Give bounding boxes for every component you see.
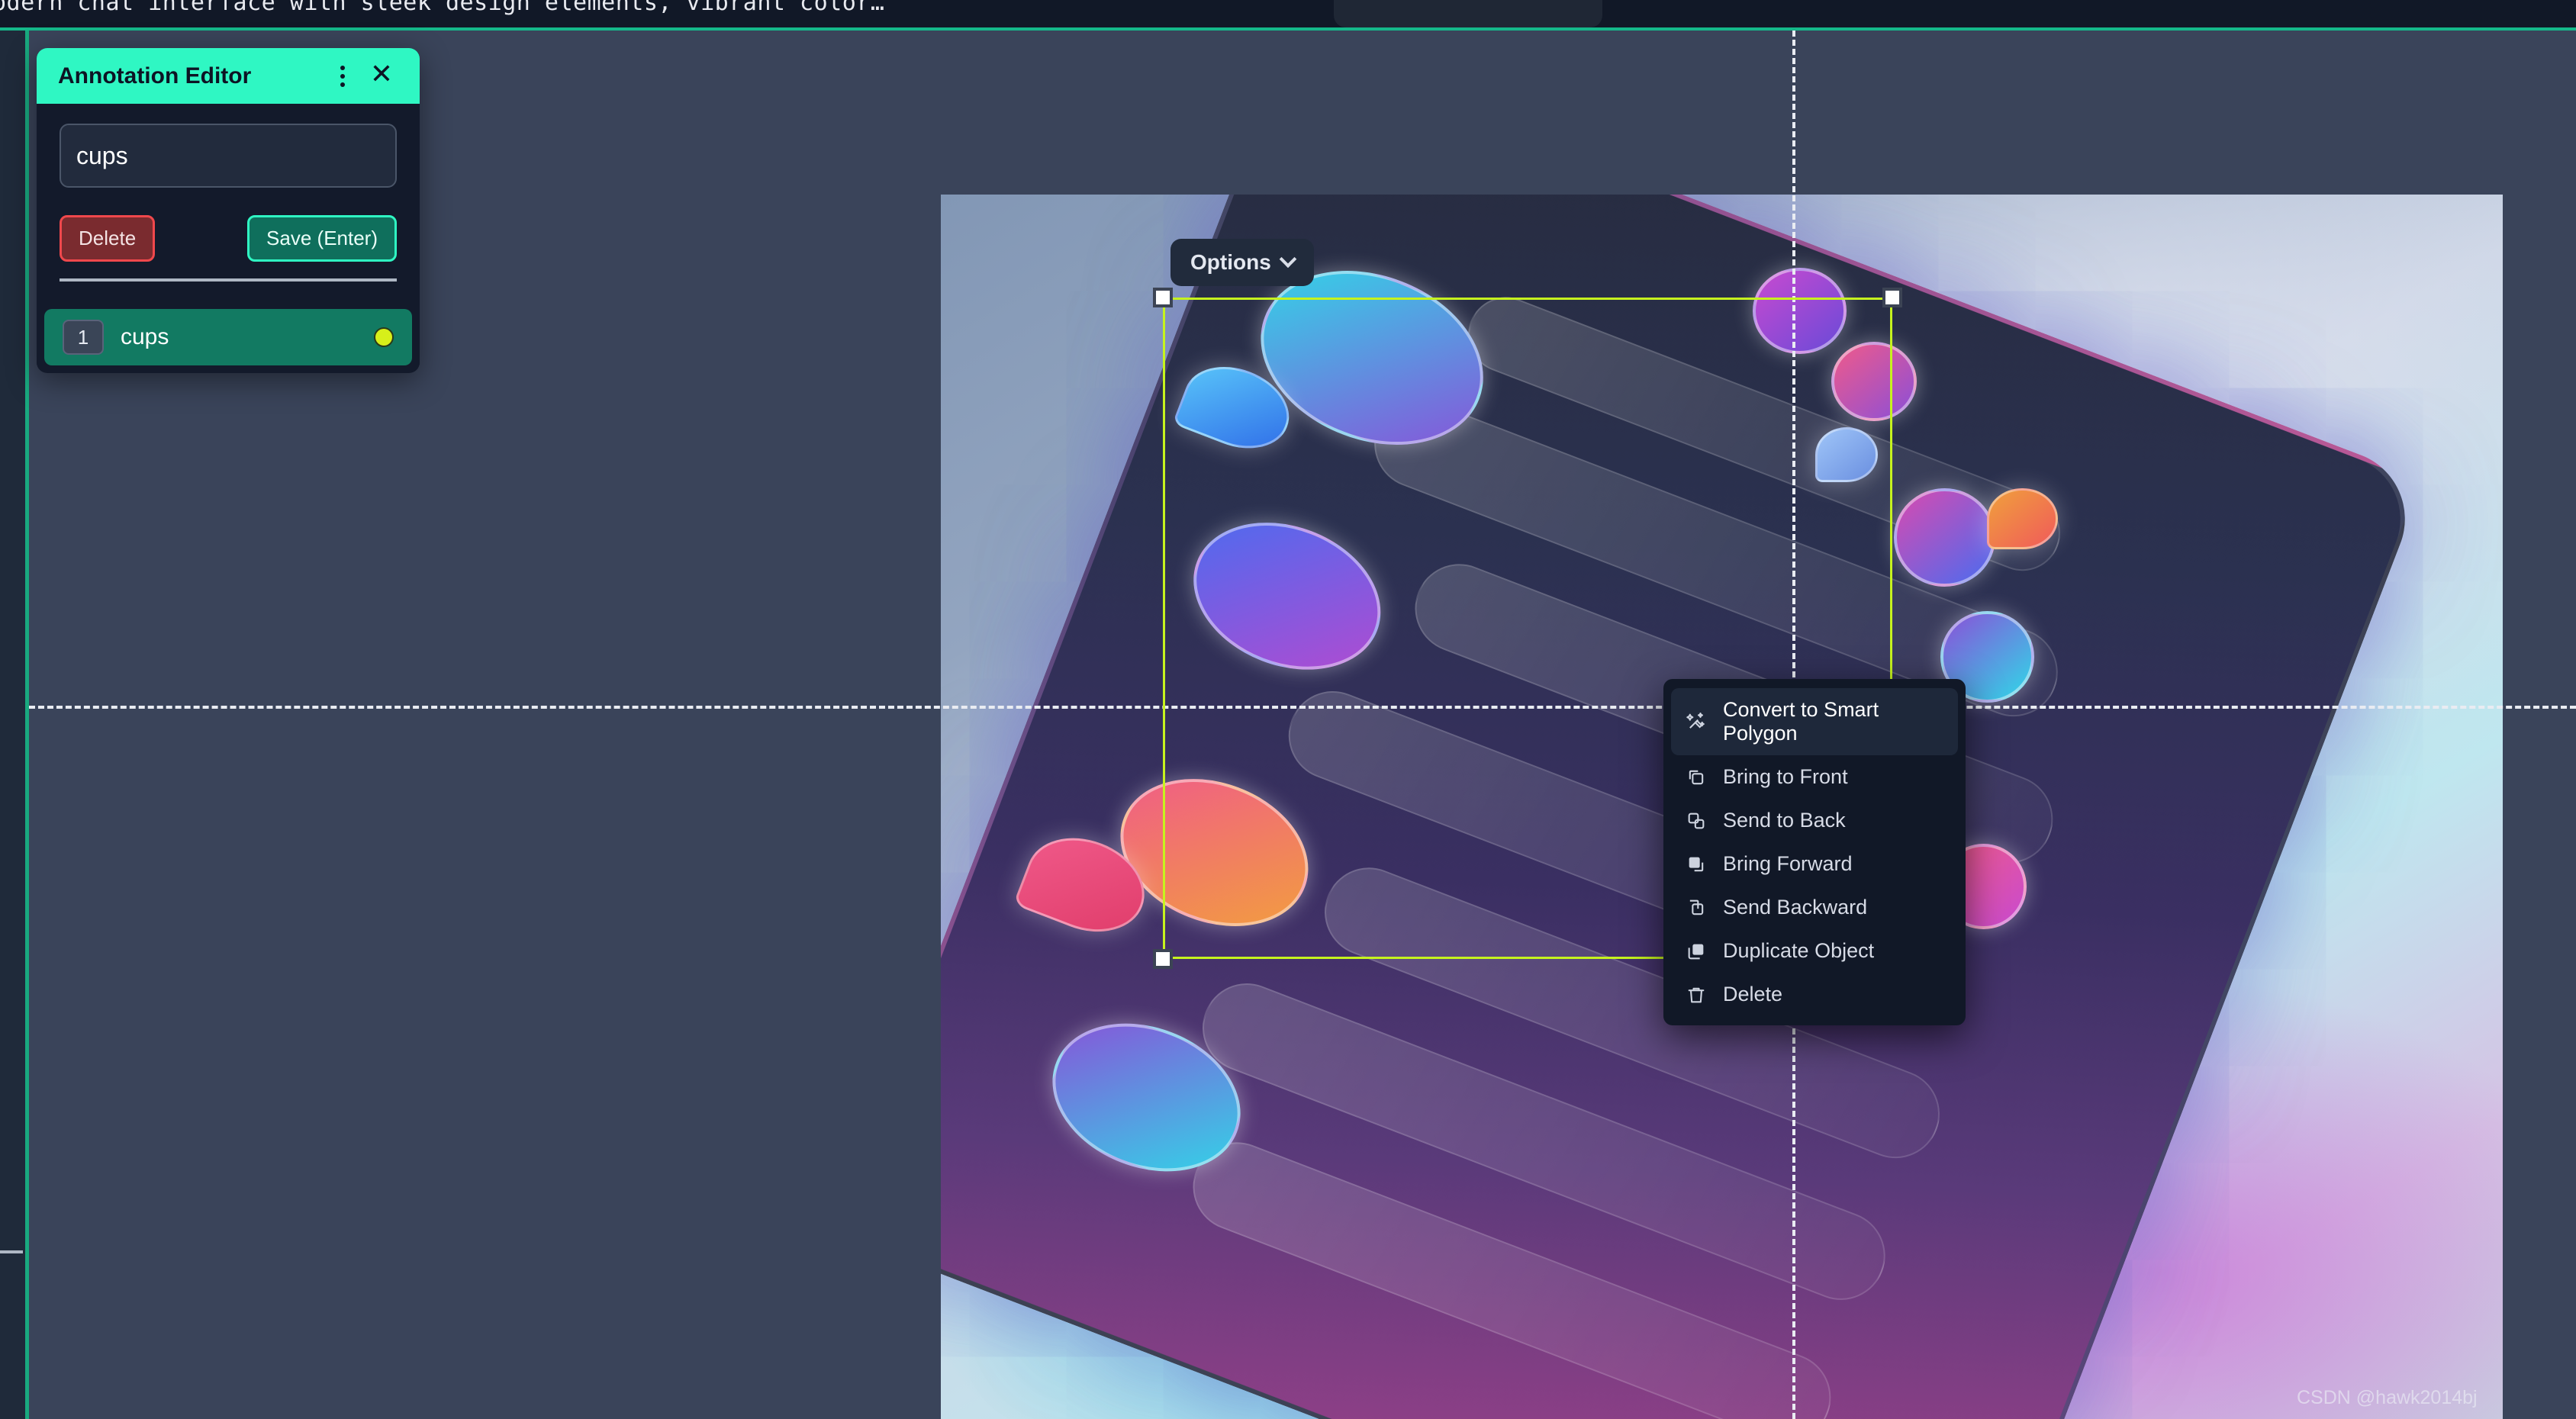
close-icon[interactable]: ✕ <box>365 59 398 93</box>
send-backward-icon <box>1685 896 1708 919</box>
duplicate-icon <box>1685 940 1708 963</box>
label-name-input[interactable] <box>60 124 397 188</box>
send-to-back-icon <box>1685 809 1708 832</box>
resize-handle-top-left[interactable] <box>1153 288 1173 307</box>
resize-handle-top-right[interactable] <box>1882 288 1902 307</box>
prompt-topbar: odern chat interface with sleek design e… <box>0 0 2576 27</box>
delete-button[interactable]: Delete <box>60 215 156 262</box>
chevron-down-icon <box>1279 250 1297 269</box>
left-rail-divider <box>0 1250 23 1253</box>
context-menu-item-delete[interactable]: Delete <box>1671 973 1958 1016</box>
annotation-editor-header: Annotation Editor ✕ <box>37 48 420 104</box>
context-menu-item-send-to-back[interactable]: Send to Back <box>1671 799 1958 842</box>
annotation-index: 1 <box>63 320 104 355</box>
panel-divider <box>60 278 397 282</box>
list-item[interactable]: 1 cups <box>44 309 412 365</box>
context-menu-item-bring-to-front[interactable]: Bring to Front <box>1671 755 1958 799</box>
editor-button-row: Delete Save (Enter) <box>60 215 397 262</box>
options-button-label: Options <box>1190 250 1271 274</box>
topbar-pill[interactable] <box>1334 0 1602 27</box>
context-menu-item-send-backward[interactable]: Send Backward <box>1671 886 1958 929</box>
context-menu-item-label: Send to Back <box>1723 809 1846 832</box>
left-rail <box>0 31 25 1419</box>
bring-forward-icon <box>1685 853 1708 876</box>
context-menu-item-label: Send Backward <box>1723 896 1868 919</box>
panel-title: Annotation Editor <box>58 63 252 88</box>
annotation-editor-panel: Annotation Editor ✕ Delete Save (Enter) … <box>37 48 420 373</box>
context-menu-item-label: Convert to Smart Polygon <box>1723 698 1879 745</box>
magic-wand-icon <box>1685 710 1708 733</box>
bring-to-front-icon <box>1685 766 1708 789</box>
watermark: CSDN @hawk2014bj <box>2297 1387 2478 1408</box>
context-menu-item-label: Bring to Front <box>1723 765 1848 788</box>
options-button[interactable]: Options <box>1170 239 1314 286</box>
annotation-color-dot[interactable] <box>374 327 394 347</box>
annotation-editor-body: Delete Save (Enter) <box>37 104 420 298</box>
context-menu-item-bring-forward[interactable]: Bring Forward <box>1671 842 1958 886</box>
annotation-label: cups <box>121 324 169 349</box>
app-root: odern chat interface with sleek design e… <box>0 0 2576 1419</box>
context-menu-item-duplicate-object[interactable]: Duplicate Object <box>1671 929 1958 973</box>
save-button[interactable]: Save (Enter) <box>247 215 397 262</box>
prompt-text: odern chat interface with sleek design e… <box>0 0 885 16</box>
resize-handle-bottom-left[interactable] <box>1153 949 1173 969</box>
context-menu-item-label: Delete <box>1723 983 1783 1006</box>
context-menu: Convert to Smart Polygon Bring to Front … <box>1663 679 1966 1025</box>
kebab-menu-icon[interactable] <box>331 65 354 87</box>
context-menu-item-convert-to-smart-polygon[interactable]: Convert to Smart Polygon <box>1671 688 1958 755</box>
trash-icon <box>1685 983 1708 1006</box>
annotation-list: 1 cups <box>37 298 420 365</box>
context-menu-item-label: Duplicate Object <box>1723 939 1875 962</box>
context-menu-item-label: Bring Forward <box>1723 852 1853 875</box>
